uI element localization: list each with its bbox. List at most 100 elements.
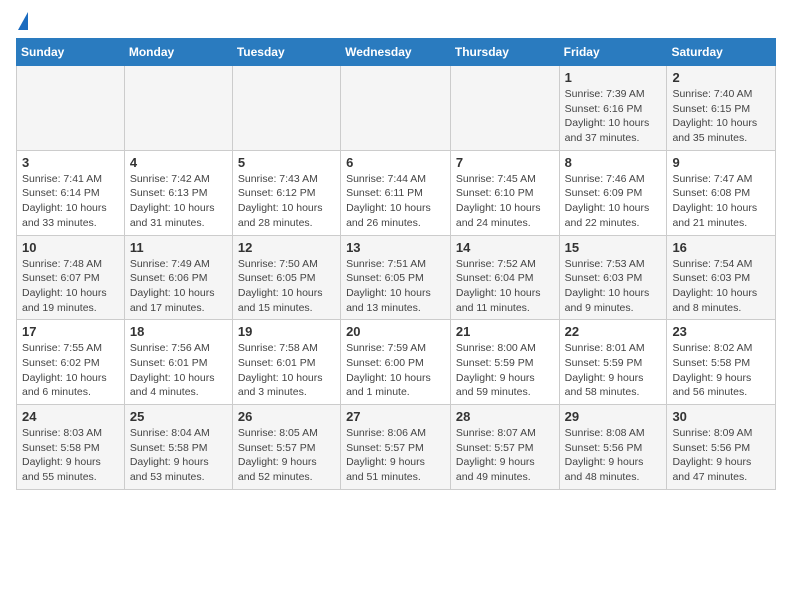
day-number: 16 xyxy=(672,240,770,255)
day-info: Sunrise: 7:51 AM Sunset: 6:05 PM Dayligh… xyxy=(346,257,445,316)
day-info: Sunrise: 7:39 AM Sunset: 6:16 PM Dayligh… xyxy=(565,87,662,146)
weekday-header-monday: Monday xyxy=(124,39,232,66)
day-number: 25 xyxy=(130,409,227,424)
day-number: 20 xyxy=(346,324,445,339)
day-info: Sunrise: 7:41 AM Sunset: 6:14 PM Dayligh… xyxy=(22,172,119,231)
day-number: 28 xyxy=(456,409,554,424)
day-number: 10 xyxy=(22,240,119,255)
day-info: Sunrise: 7:55 AM Sunset: 6:02 PM Dayligh… xyxy=(22,341,119,400)
day-info: Sunrise: 8:07 AM Sunset: 5:57 PM Dayligh… xyxy=(456,426,554,485)
day-number: 11 xyxy=(130,240,227,255)
page-header xyxy=(16,16,776,30)
calendar-cell: 7 Sunrise: 7:45 AM Sunset: 6:10 PM Daylig… xyxy=(450,150,559,235)
weekday-header-thursday: Thursday xyxy=(450,39,559,66)
calendar-cell: 8Sunrise: 7:46 AM Sunset: 6:09 PM Daylig… xyxy=(559,150,667,235)
day-number: 9 xyxy=(672,155,770,170)
day-info: Sunrise: 7:59 AM Sunset: 6:00 PM Dayligh… xyxy=(346,341,445,400)
calendar-cell: 22Sunrise: 8:01 AM Sunset: 5:59 PM Dayli… xyxy=(559,320,667,405)
calendar-cell: 14 Sunrise: 7:52 AM Sunset: 6:04 PM Dayli… xyxy=(450,235,559,320)
day-info: Sunrise: 8:00 AM Sunset: 5:59 PM Dayligh… xyxy=(456,341,554,400)
day-number: 27 xyxy=(346,409,445,424)
calendar-cell: 25 Sunrise: 8:04 AM Sunset: 5:58 PM Dayli… xyxy=(124,405,232,490)
calendar-cell: 20 Sunrise: 7:59 AM Sunset: 6:00 PM Dayli… xyxy=(341,320,451,405)
day-info: Sunrise: 7:48 AM Sunset: 6:07 PM Dayligh… xyxy=(22,257,119,316)
day-number: 23 xyxy=(672,324,770,339)
calendar-cell: 11Sunrise: 7:49 AM Sunset: 6:06 PM Dayli… xyxy=(124,235,232,320)
day-number: 21 xyxy=(456,324,554,339)
calendar-cell: 6 Sunrise: 7:44 AM Sunset: 6:11 PM Daylig… xyxy=(341,150,451,235)
day-info: Sunrise: 7:58 AM Sunset: 6:01 PM Dayligh… xyxy=(238,341,335,400)
calendar-cell xyxy=(124,66,232,151)
calendar-cell: 13 Sunrise: 7:51 AM Sunset: 6:05 PM Dayli… xyxy=(341,235,451,320)
day-number: 6 xyxy=(346,155,445,170)
calendar-cell: 4 Sunrise: 7:42 AM Sunset: 6:13 PM Daylig… xyxy=(124,150,232,235)
calendar-cell: 2Sunrise: 7:40 AM Sunset: 6:15 PM Daylig… xyxy=(667,66,776,151)
day-info: Sunrise: 7:44 AM Sunset: 6:11 PM Dayligh… xyxy=(346,172,445,231)
calendar-cell: 19 Sunrise: 7:58 AM Sunset: 6:01 PM Dayli… xyxy=(232,320,340,405)
day-number: 26 xyxy=(238,409,335,424)
calendar-cell: 23 Sunrise: 8:02 AM Sunset: 5:58 PM Dayli… xyxy=(667,320,776,405)
calendar-cell: 1 Sunrise: 7:39 AM Sunset: 6:16 PM Daylig… xyxy=(559,66,667,151)
calendar-table: SundayMondayTuesdayWednesdayThursdayFrid… xyxy=(16,38,776,490)
calendar-cell: 30 Sunrise: 8:09 AM Sunset: 5:56 PM Dayli… xyxy=(667,405,776,490)
day-info: Sunrise: 8:08 AM Sunset: 5:56 PM Dayligh… xyxy=(565,426,662,485)
calendar-cell: 5 Sunrise: 7:43 AM Sunset: 6:12 PM Daylig… xyxy=(232,150,340,235)
day-info: Sunrise: 7:43 AM Sunset: 6:12 PM Dayligh… xyxy=(238,172,335,231)
day-number: 30 xyxy=(672,409,770,424)
day-number: 29 xyxy=(565,409,662,424)
day-info: Sunrise: 7:52 AM Sunset: 6:04 PM Dayligh… xyxy=(456,257,554,316)
day-number: 4 xyxy=(130,155,227,170)
calendar-week-5: 24 Sunrise: 8:03 AM Sunset: 5:58 PM Dayli… xyxy=(17,405,776,490)
day-number: 3 xyxy=(22,155,119,170)
calendar-cell: 24 Sunrise: 8:03 AM Sunset: 5:58 PM Dayli… xyxy=(17,405,125,490)
day-number: 7 xyxy=(456,155,554,170)
calendar-cell xyxy=(341,66,451,151)
calendar-cell xyxy=(450,66,559,151)
day-info: Sunrise: 7:42 AM Sunset: 6:13 PM Dayligh… xyxy=(130,172,227,231)
day-info: Sunrise: 7:45 AM Sunset: 6:10 PM Dayligh… xyxy=(456,172,554,231)
calendar-week-4: 17 Sunrise: 7:55 AM Sunset: 6:02 PM Dayli… xyxy=(17,320,776,405)
day-number: 24 xyxy=(22,409,119,424)
calendar-cell: 21 Sunrise: 8:00 AM Sunset: 5:59 PM Dayli… xyxy=(450,320,559,405)
calendar-week-2: 3 Sunrise: 7:41 AM Sunset: 6:14 PM Daylig… xyxy=(17,150,776,235)
day-info: Sunrise: 8:02 AM Sunset: 5:58 PM Dayligh… xyxy=(672,341,770,400)
day-info: Sunrise: 7:54 AM Sunset: 6:03 PM Dayligh… xyxy=(672,257,770,316)
calendar-cell: 18 Sunrise: 7:56 AM Sunset: 6:01 PM Dayli… xyxy=(124,320,232,405)
day-number: 8 xyxy=(565,155,662,170)
day-info: Sunrise: 7:53 AM Sunset: 6:03 PM Dayligh… xyxy=(565,257,662,316)
day-info: Sunrise: 8:01 AM Sunset: 5:59 PM Dayligh… xyxy=(565,341,662,400)
calendar-cell: 26 Sunrise: 8:05 AM Sunset: 5:57 PM Dayli… xyxy=(232,405,340,490)
calendar-cell: 16 Sunrise: 7:54 AM Sunset: 6:03 PM Dayli… xyxy=(667,235,776,320)
logo xyxy=(16,16,28,30)
day-number: 19 xyxy=(238,324,335,339)
day-number: 18 xyxy=(130,324,227,339)
day-info: Sunrise: 7:56 AM Sunset: 6:01 PM Dayligh… xyxy=(130,341,227,400)
calendar-cell: 28 Sunrise: 8:07 AM Sunset: 5:57 PM Dayli… xyxy=(450,405,559,490)
day-info: Sunrise: 8:03 AM Sunset: 5:58 PM Dayligh… xyxy=(22,426,119,485)
calendar-cell: 15Sunrise: 7:53 AM Sunset: 6:03 PM Dayli… xyxy=(559,235,667,320)
calendar-cell: 9 Sunrise: 7:47 AM Sunset: 6:08 PM Daylig… xyxy=(667,150,776,235)
calendar-cell xyxy=(232,66,340,151)
day-info: Sunrise: 7:50 AM Sunset: 6:05 PM Dayligh… xyxy=(238,257,335,316)
day-number: 12 xyxy=(238,240,335,255)
calendar-cell: 12 Sunrise: 7:50 AM Sunset: 6:05 PM Dayli… xyxy=(232,235,340,320)
calendar-cell xyxy=(17,66,125,151)
weekday-header-saturday: Saturday xyxy=(667,39,776,66)
day-number: 13 xyxy=(346,240,445,255)
day-info: Sunrise: 7:47 AM Sunset: 6:08 PM Dayligh… xyxy=(672,172,770,231)
weekday-header-friday: Friday xyxy=(559,39,667,66)
calendar-cell: 17 Sunrise: 7:55 AM Sunset: 6:02 PM Dayli… xyxy=(17,320,125,405)
day-info: Sunrise: 8:04 AM Sunset: 5:58 PM Dayligh… xyxy=(130,426,227,485)
day-number: 14 xyxy=(456,240,554,255)
day-number: 1 xyxy=(565,70,662,85)
weekday-header-wednesday: Wednesday xyxy=(341,39,451,66)
day-number: 17 xyxy=(22,324,119,339)
calendar-cell: 29 Sunrise: 8:08 AM Sunset: 5:56 PM Dayli… xyxy=(559,405,667,490)
calendar-week-3: 10 Sunrise: 7:48 AM Sunset: 6:07 PM Dayli… xyxy=(17,235,776,320)
day-info: Sunrise: 8:09 AM Sunset: 5:56 PM Dayligh… xyxy=(672,426,770,485)
calendar-week-1: 1 Sunrise: 7:39 AM Sunset: 6:16 PM Daylig… xyxy=(17,66,776,151)
logo-triangle-icon xyxy=(18,12,28,30)
day-info: Sunrise: 8:05 AM Sunset: 5:57 PM Dayligh… xyxy=(238,426,335,485)
day-info: Sunrise: 7:40 AM Sunset: 6:15 PM Dayligh… xyxy=(672,87,770,146)
day-number: 5 xyxy=(238,155,335,170)
